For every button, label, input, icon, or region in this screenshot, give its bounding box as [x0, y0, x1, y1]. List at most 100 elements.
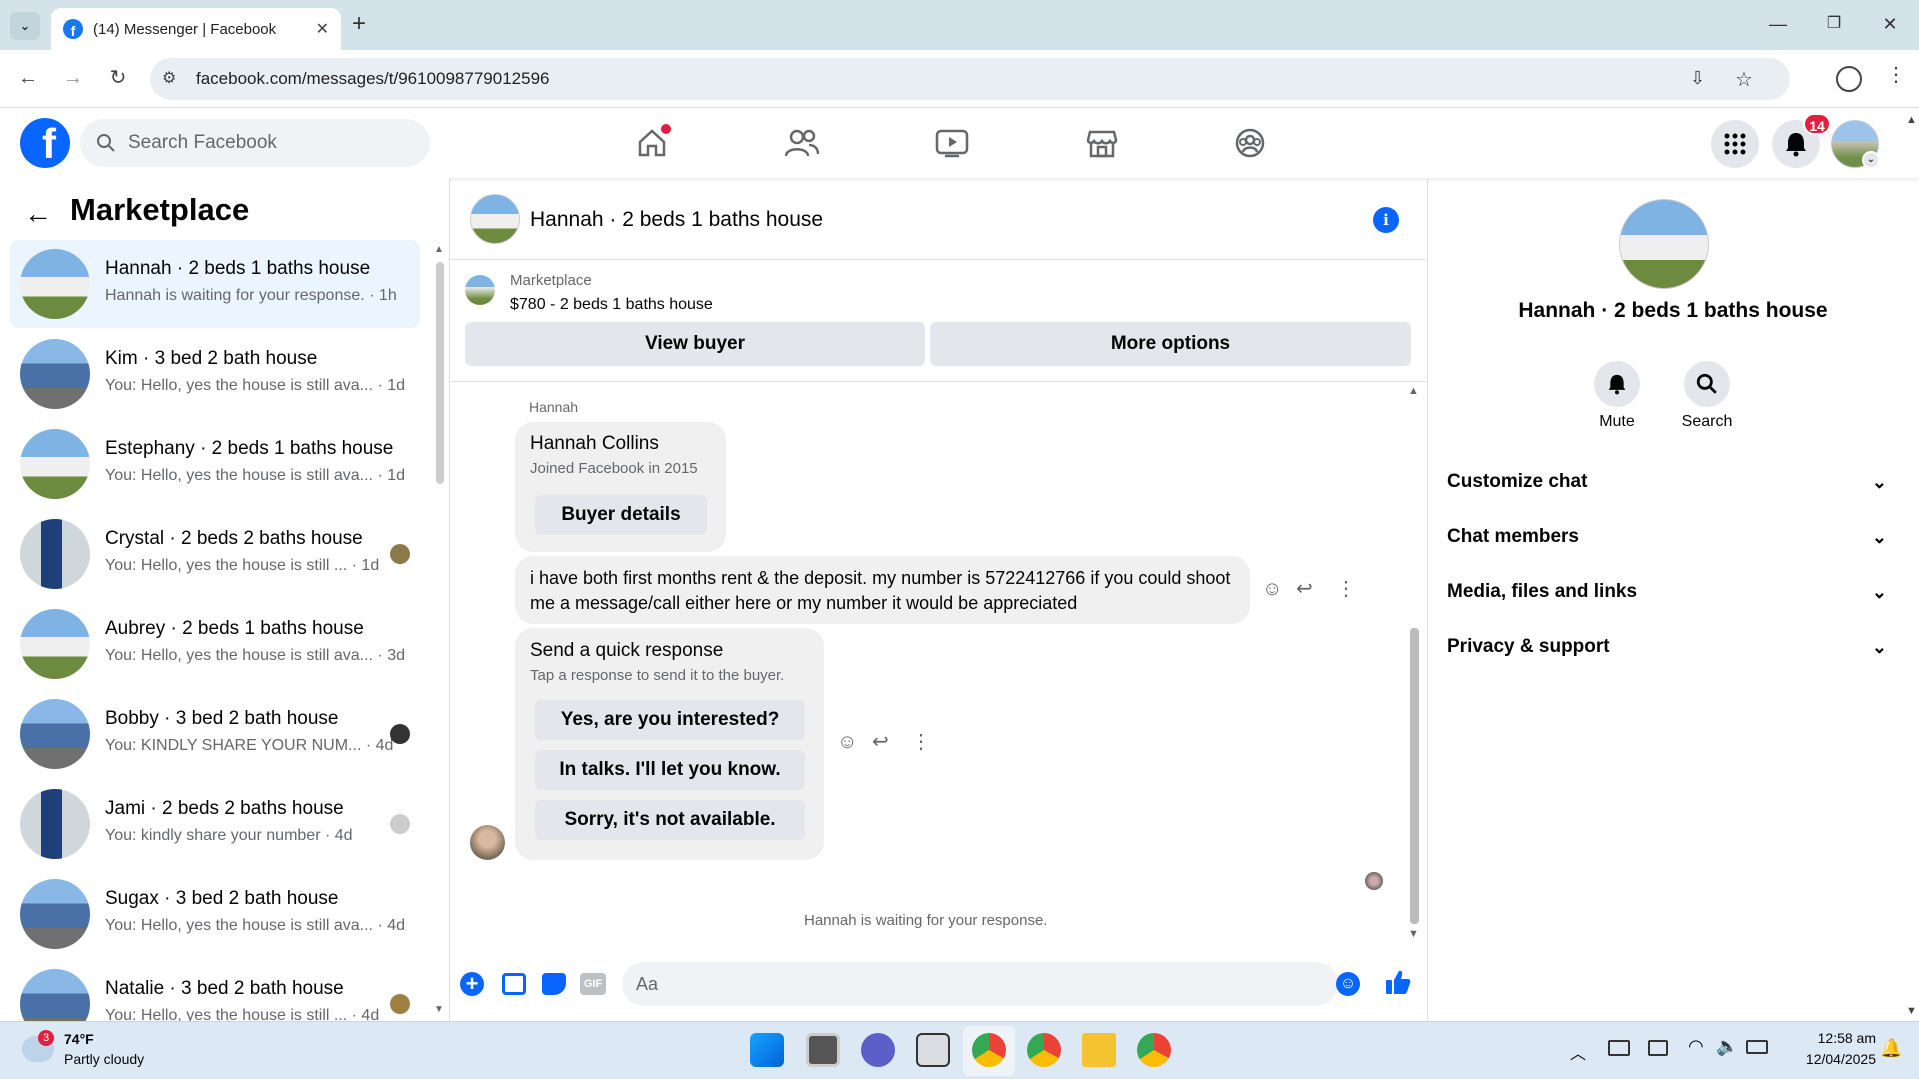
- close-window-icon[interactable]: ✕: [1870, 8, 1910, 40]
- view-buyer-button[interactable]: View buyer: [465, 322, 925, 366]
- chat-scroll-up-icon[interactable]: ▲: [1408, 385, 1419, 397]
- account-chevron-down-icon[interactable]: ⌄: [1862, 151, 1880, 169]
- react-emoji-icon[interactable]: ☺: [1262, 578, 1282, 601]
- back-arrow-icon[interactable]: ←: [24, 198, 52, 230]
- quick-response-yes[interactable]: Yes, are you interested?: [535, 700, 805, 740]
- restore-icon[interactable]: ❐: [1814, 8, 1854, 40]
- volume-icon[interactable]: 🔈: [1716, 1036, 1738, 1057]
- conversation-avatar: [20, 429, 90, 499]
- chrome-icon[interactable]: [972, 1033, 1006, 1067]
- message-bubble[interactable]: i have both first months rent & the depo…: [515, 556, 1250, 624]
- teams-icon[interactable]: [861, 1033, 895, 1067]
- facebook-search-input[interactable]: Search Facebook: [80, 119, 430, 167]
- conversation-item[interactable]: Estephany · 2 beds 1 baths house You: Hel…: [10, 420, 420, 508]
- buyer-details-button[interactable]: Buyer details: [535, 495, 707, 535]
- chevron-down-icon: ⌄: [1871, 471, 1887, 492]
- battery-icon[interactable]: [1746, 1040, 1768, 1054]
- sender-label: Hannah: [529, 399, 579, 415]
- browser-tab[interactable]: f (14) Messenger | Facebook ✕: [51, 8, 341, 50]
- browser-menu-icon[interactable]: ⋮: [1886, 62, 1906, 87]
- quick-response-in-talks[interactable]: In talks. I'll let you know.: [535, 750, 805, 790]
- chat-scrollbar[interactable]: [1410, 628, 1419, 924]
- section-label: Chat members: [1447, 526, 1579, 547]
- message-input[interactable]: Aa: [622, 962, 1338, 1006]
- emoji-icon[interactable]: ☺: [1336, 972, 1360, 996]
- close-tab-icon[interactable]: ✕: [316, 19, 329, 39]
- keyboard-icon[interactable]: [1608, 1040, 1630, 1056]
- chat-members-row[interactable]: Chat members ⌄: [1447, 517, 1887, 557]
- marketplace-icon[interactable]: [1080, 124, 1124, 162]
- privacy-support-row[interactable]: Privacy & support ⌄: [1447, 627, 1887, 667]
- file-explorer-icon[interactable]: [1082, 1033, 1116, 1067]
- start-windows-icon[interactable]: [750, 1033, 784, 1067]
- react-emoji-icon-2[interactable]: ☺: [837, 731, 857, 754]
- wifi-icon[interactable]: ◠: [1688, 1036, 1704, 1057]
- conversation-item[interactable]: Kim · 3 bed 2 bath house You: Hello, yes …: [10, 330, 420, 418]
- profile-name: Hannah Collins: [530, 433, 659, 454]
- minimize-icon[interactable]: —: [1758, 8, 1798, 40]
- clock-date[interactable]: 12/04/2025: [1780, 1051, 1876, 1067]
- conversation-avatar: [20, 249, 90, 319]
- page-scroll-up-icon[interactable]: ▲: [1906, 114, 1917, 126]
- mute-bell-icon[interactable]: [1594, 361, 1640, 407]
- list-scrollbar[interactable]: [436, 262, 444, 484]
- more-actions-icon-2[interactable]: ⋮: [911, 729, 931, 754]
- search-chat-icon[interactable]: [1684, 361, 1730, 407]
- install-app-icon[interactable]: ⇩: [1690, 68, 1705, 89]
- conversation-item[interactable]: Jami · 2 beds 2 baths house You: kindly s…: [10, 780, 420, 868]
- chat-scroll-down-icon[interactable]: ▼: [1408, 928, 1419, 940]
- media-files-links-row[interactable]: Media, files and links ⌄: [1447, 572, 1887, 612]
- conversation-item[interactable]: Aubrey · 2 beds 1 baths house You: Hello,…: [10, 600, 420, 688]
- chrome-profile-d-icon[interactable]: [1137, 1033, 1171, 1067]
- seen-by-avatar: [390, 724, 410, 744]
- conversation-item[interactable]: Hannah · 2 beds 1 baths house Hannah is w…: [10, 240, 420, 328]
- more-options-button[interactable]: More options: [930, 322, 1411, 366]
- facebook-favicon-icon: f: [63, 19, 83, 39]
- conversation-name: Kim · 3 bed 2 bath house: [105, 348, 318, 369]
- address-bar[interactable]: ⚙ facebook.com/messages/t/96100987790125…: [150, 58, 1790, 100]
- show-hidden-icons-chevron-icon[interactable]: ︿: [1570, 1040, 1586, 1064]
- more-actions-icon[interactable]: ⋮: [1336, 576, 1356, 601]
- info-icon[interactable]: i: [1373, 207, 1399, 233]
- notification-center-bell-icon[interactable]: 🔔: [1880, 1038, 1902, 1059]
- watch-video-icon[interactable]: [930, 124, 974, 162]
- clock-time[interactable]: 12:58 am: [1780, 1030, 1876, 1046]
- details-avatar[interactable]: [1619, 199, 1709, 289]
- list-scroll-down-icon[interactable]: ▼: [434, 1004, 444, 1015]
- sender-avatar[interactable]: [470, 825, 505, 860]
- site-info-icon[interactable]: ⚙: [162, 68, 176, 88]
- add-plus-icon[interactable]: +: [460, 972, 484, 996]
- groups-icon[interactable]: [1228, 124, 1272, 162]
- gif-icon[interactable]: GIF: [580, 973, 606, 995]
- friends-icon[interactable]: [780, 124, 824, 162]
- chrome-profile-icon[interactable]: [1027, 1033, 1061, 1067]
- photo-icon[interactable]: [502, 973, 526, 995]
- menu-grid-icon[interactable]: [1711, 120, 1759, 168]
- display-icon[interactable]: [1648, 1040, 1668, 1056]
- like-thumb-icon[interactable]: [1384, 968, 1412, 996]
- conversation-item[interactable]: Sugax · 3 bed 2 bath house You: Hello, ye…: [10, 870, 420, 958]
- back-icon[interactable]: ←: [10, 60, 46, 96]
- conversation-item[interactable]: Crystal · 2 beds 2 baths house You: Hello…: [10, 510, 420, 598]
- task-view-icon[interactable]: [806, 1033, 840, 1067]
- panel-title: Marketplace: [70, 192, 250, 227]
- profile-icon[interactable]: [1836, 66, 1862, 92]
- new-tab-button[interactable]: +: [352, 10, 366, 38]
- reply-icon-2[interactable]: ↩: [872, 729, 889, 754]
- facebook-logo-icon[interactable]: f: [20, 118, 70, 168]
- quick-response-not-available[interactable]: Sorry, it's not available.: [535, 800, 805, 840]
- chat-title: Hannah · 2 beds 1 baths house: [530, 208, 824, 231]
- forward-icon[interactable]: →: [55, 60, 91, 96]
- snipping-tool-icon[interactable]: [916, 1033, 950, 1067]
- reply-icon[interactable]: ↩: [1296, 576, 1313, 601]
- bookmark-star-icon[interactable]: ☆: [1735, 67, 1753, 92]
- sticker-icon[interactable]: [542, 973, 566, 995]
- conversation-item[interactable]: Bobby · 3 bed 2 bath house You: KINDLY SH…: [10, 690, 420, 778]
- section-label: Privacy & support: [1447, 636, 1610, 657]
- reload-icon[interactable]: ↻: [100, 60, 136, 96]
- marketplace-label: Marketplace: [510, 272, 592, 289]
- customize-chat-row[interactable]: Customize chat ⌄: [1447, 462, 1887, 502]
- chat-avatar[interactable]: [470, 194, 520, 244]
- list-scroll-up-icon[interactable]: ▲: [434, 244, 444, 255]
- tab-search-button[interactable]: ⌄: [10, 12, 40, 40]
